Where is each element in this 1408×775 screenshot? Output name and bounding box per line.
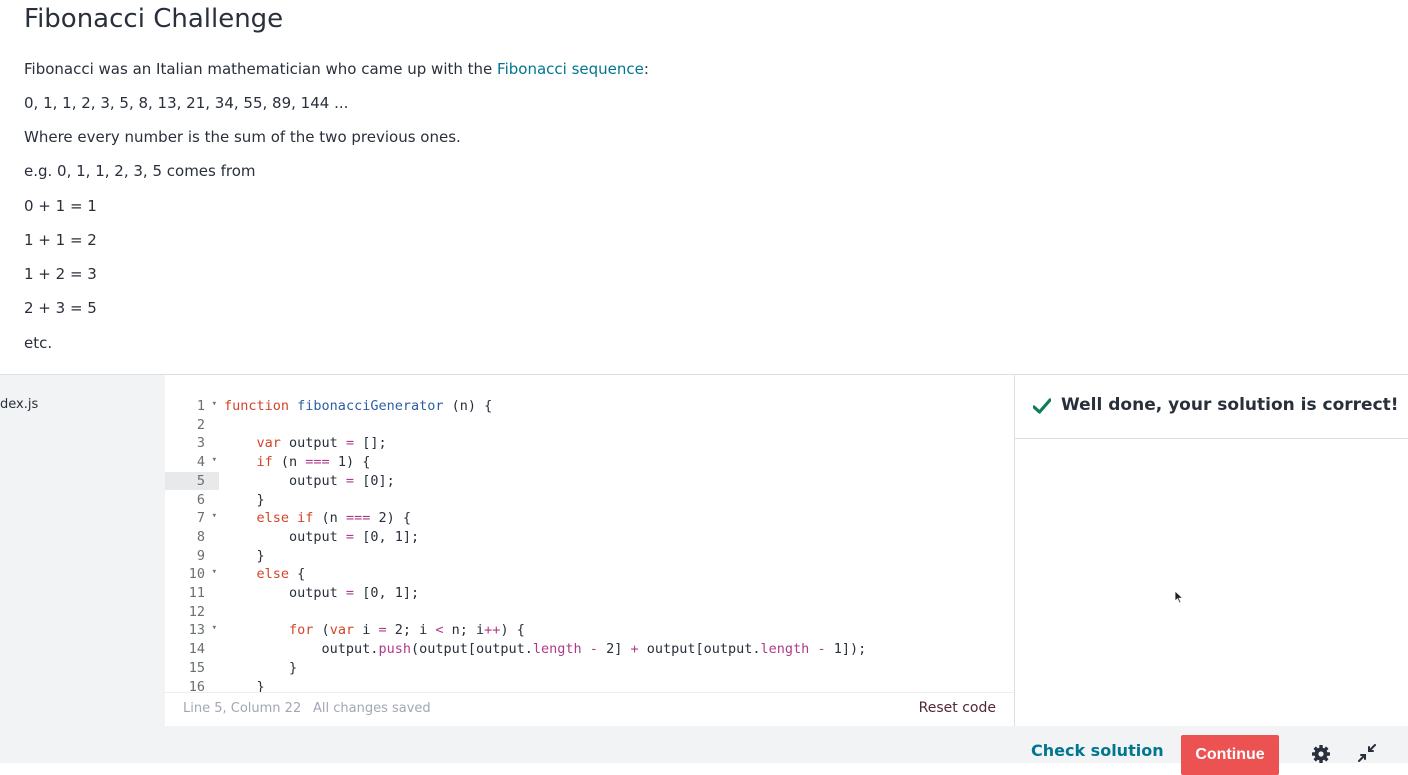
code-line[interactable]: 3 var output = []; <box>165 434 1014 453</box>
line-number: 2 <box>196 416 205 433</box>
line-number: 11 <box>188 585 205 601</box>
checkmark-icon <box>1033 398 1051 414</box>
code-line[interactable]: 2 <box>165 416 1014 435</box>
fold-arrow-icon[interactable]: ▾ <box>212 455 217 465</box>
code-line[interactable]: 7 ▾ else if (n === 2) { <box>165 509 1014 528</box>
intro-paragraph: Fibonacci was an Italian mathematician w… <box>24 59 649 79</box>
footer-bar: Check solution Continue <box>0 726 1408 775</box>
line-number: 16 <box>188 678 205 693</box>
fold-arrow-icon[interactable]: ▾ <box>212 399 217 409</box>
cursor-position: Line 5, Column 22 <box>183 701 302 716</box>
line-number: 12 <box>188 603 205 620</box>
code-line[interactable]: 4 ▾ if (n === 1) { <box>165 453 1014 472</box>
line-number: 3 <box>196 435 205 452</box>
line-number: 8 <box>196 528 205 545</box>
step-text: 1 + 2 = 3 <box>24 265 97 283</box>
editor-status-bar: Line 5, Column 22 All changes saved Rese… <box>165 692 1014 727</box>
save-status: All changes saved <box>313 701 431 716</box>
code-line[interactable]: 13 ▾ for (var i = 2; i < n; i++) { <box>165 621 1014 640</box>
line-number: 13 ▾ <box>188 622 217 639</box>
collapse-icon[interactable] <box>1358 744 1376 762</box>
check-solution-button[interactable]: Check solution <box>1031 741 1164 760</box>
line-number: 14 <box>188 641 205 658</box>
code-line-active[interactable]: 5 output = [0]; <box>165 471 1014 491</box>
reset-code-button[interactable]: Reset code <box>919 700 996 716</box>
fold-arrow-icon[interactable]: ▾ <box>212 567 217 577</box>
result-panel: Well done, your solution is correct! <box>1015 375 1408 726</box>
code-line[interactable]: 14 output.push(output[output.length - 2]… <box>165 640 1014 659</box>
line-number: 9 <box>196 547 205 564</box>
code-line[interactable]: 11 output = [0, 1]; <box>165 584 1014 603</box>
code-line[interactable]: 10 ▾ else { <box>165 565 1014 584</box>
line-number: 15 <box>188 659 205 676</box>
code-editor[interactable]: 1 ▾ function fibonacciGenerator (n) { 2 3… <box>165 375 1014 692</box>
mouse-pointer-icon <box>1174 590 1184 604</box>
code-line[interactable]: 15 } <box>165 659 1014 678</box>
line-number: 1 ▾ <box>196 398 217 414</box>
step-text: 0 + 1 = 1 <box>24 197 97 215</box>
instructions-panel: Fibonacci Challenge Fibonacci was an Ita… <box>0 0 1408 374</box>
page-title: Fibonacci Challenge <box>24 4 284 34</box>
fold-arrow-icon[interactable]: ▾ <box>212 623 217 633</box>
line-number: 5 <box>165 471 219 491</box>
code-line[interactable]: 6 } <box>165 491 1014 510</box>
line-number: 10 ▾ <box>188 566 217 583</box>
continue-button[interactable]: Continue <box>1181 735 1279 775</box>
code-line[interactable]: 8 output = [0, 1]; <box>165 528 1014 547</box>
code-line[interactable]: 12 <box>165 603 1014 622</box>
result-message: Well done, your solution is correct! <box>1061 395 1399 415</box>
sequence-text: 0, 1, 1, 2, 3, 5, 8, 13, 21, 34, 55, 89,… <box>24 94 349 112</box>
file-explorer: dex.js <box>0 375 165 726</box>
step-text: 2 + 3 = 5 <box>24 299 97 317</box>
rule-text: Where every number is the sum of the two… <box>24 128 461 146</box>
result-header: Well done, your solution is correct! <box>1015 375 1408 439</box>
line-number: 4 ▾ <box>196 454 217 471</box>
intro-suffix: : <box>643 60 649 78</box>
gear-icon[interactable] <box>1311 744 1331 764</box>
example-text: e.g. 0, 1, 1, 2, 3, 5 comes from <box>24 162 256 180</box>
fibonacci-sequence-link[interactable]: Fibonacci sequence <box>497 60 644 78</box>
code-line[interactable]: 9 } <box>165 547 1014 566</box>
fold-arrow-icon[interactable]: ▾ <box>212 511 217 521</box>
code-line[interactable]: 16 } <box>165 678 1014 693</box>
intro-text: Fibonacci was an Italian mathematician w… <box>24 60 498 78</box>
code-line[interactable]: 1 ▾ function fibonacciGenerator (n) { <box>165 397 1014 416</box>
line-number: 7 ▾ <box>196 510 217 527</box>
line-number: 6 <box>196 491 205 508</box>
file-item-index-js[interactable]: dex.js <box>0 397 38 412</box>
step-text: etc. <box>24 334 53 352</box>
step-text: 1 + 1 = 2 <box>24 231 97 249</box>
